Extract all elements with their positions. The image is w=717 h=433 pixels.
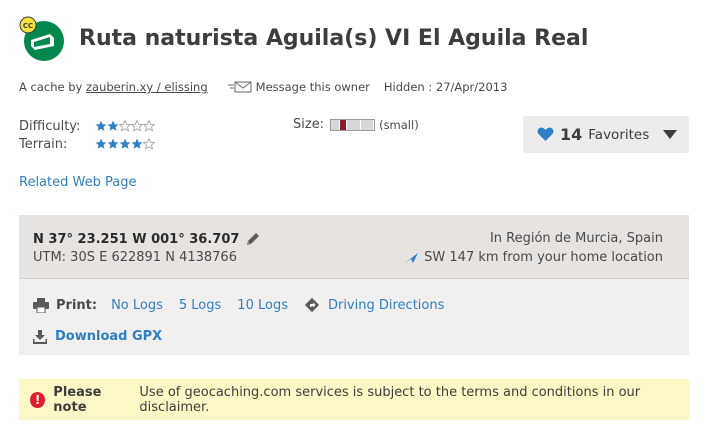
direction-arrow-icon [405,252,419,263]
page-title: Ruta naturista Aguila(s) VI El Aguila Re… [79,26,589,51]
star-filled-icon [119,138,131,149]
terrain-label: Terrain: [19,136,68,152]
related-web-page-link[interactable]: Related Web Page [19,175,136,190]
star-filled-icon [95,120,107,131]
note-bold-label: Please note [53,384,102,415]
favorites-dropdown[interactable]: 14 Favorites [523,116,689,153]
message-owner-link[interactable]: Message this owner [227,80,370,94]
driving-directions-label: Driving Directions [327,297,445,313]
distance-text: SW 147 km from your home location [424,250,663,265]
heart-icon [537,127,554,141]
print-row: Print: No Logs 5 Logs 10 Logs Driving Di… [33,297,460,313]
directions-icon [304,297,320,313]
envelope-icon [227,81,252,93]
star-empty-icon [143,120,155,132]
star-empty-icon [119,120,131,132]
cache-badge-text: CC [23,22,33,30]
favorites-label: Favorites [588,126,650,143]
download-gpx-link[interactable]: Download GPX [55,329,162,344]
star-filled-icon [107,120,119,131]
ratings: Difficulty: Terrain: [19,117,155,153]
driving-directions-link[interactable]: Driving Directions [304,297,444,313]
size-value: (small) [379,117,419,132]
alert-icon: ! [30,391,46,408]
difficulty-label: Difficulty: [19,118,81,134]
print-10-logs-link[interactable]: 10 Logs [237,298,288,313]
star-filled-icon [107,138,119,149]
print-label: Print: [56,297,98,313]
star-empty-icon [131,120,143,132]
by-prefix: A cache by [19,80,83,94]
utm-coordinates: UTM: 30S E 622891 N 4138766 [33,250,237,265]
owner-link[interactable]: zauberin.xy / elissing [86,80,208,94]
difficulty-stars [95,120,155,132]
difficulty-row: Difficulty: [19,117,155,135]
favorites-count: 14 [560,125,583,144]
coordinates-header: N 37° 23.251 W 001° 36.707 UTM: 30S E 62… [19,215,689,279]
cache-type-icon: CC [18,16,66,64]
coordinates-main: N 37° 23.251 W 001° 36.707 [33,231,261,247]
cache-meta: A cache by zauberin.xy / elissing Messag… [19,80,507,94]
pencil-icon[interactable] [245,231,261,247]
distance-row: SW 147 km from your home location [405,250,663,265]
terrain-stars [95,138,155,150]
note-text: Use of geocaching.com services is subjec… [139,384,641,415]
location-text: In Región de Murcia, Spain [489,231,663,246]
download-icon [33,329,47,344]
chevron-down-icon [663,130,677,139]
coordinates-panel: N 37° 23.251 W 001° 36.707 UTM: 30S E 62… [19,215,689,355]
star-empty-icon [143,138,155,150]
message-owner-label: Message this owner [255,80,370,94]
disclaimer-notice: ! Please note Use of geocaching.com serv… [19,379,689,420]
printer-icon [33,297,49,313]
star-filled-icon [95,138,107,149]
print-no-logs-link[interactable]: No Logs [111,298,163,313]
size-label: Size: [293,117,325,132]
star-filled-icon [131,138,143,149]
hidden-date: Hidden : 27/Apr/2013 [383,80,508,94]
cache-header: CC [18,10,66,70]
terrain-row: Terrain: [19,135,155,153]
coordinates-text: N 37° 23.251 W 001° 36.707 [33,231,240,247]
download-gpx-row[interactable]: Download GPX [33,329,162,344]
cache-size: Size: (small) [293,117,419,132]
print-5-logs-link[interactable]: 5 Logs [179,298,221,313]
size-bar [330,118,376,131]
